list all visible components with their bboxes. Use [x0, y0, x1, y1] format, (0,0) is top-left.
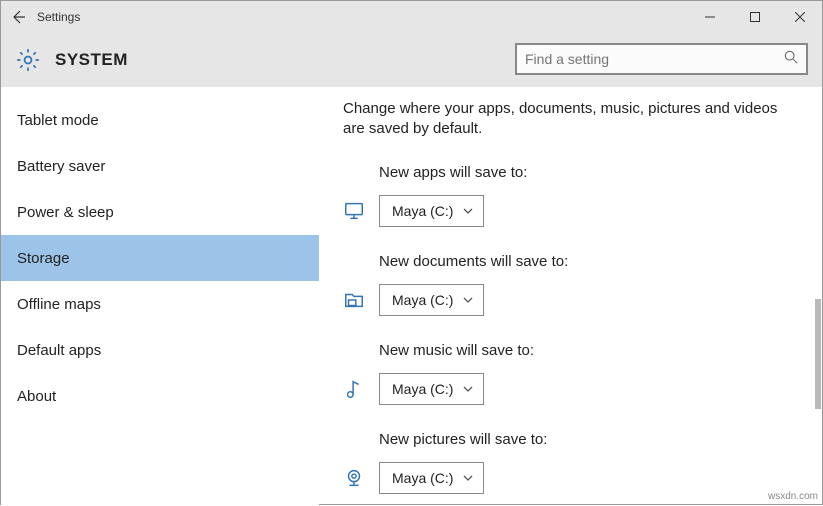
- close-button[interactable]: [777, 1, 822, 33]
- search-box[interactable]: [515, 43, 808, 75]
- minimize-button[interactable]: [687, 1, 732, 33]
- pictures-icon: [343, 467, 379, 489]
- header: SYSTEM: [1, 33, 822, 87]
- setting-label: New documents will save to:: [343, 253, 794, 270]
- description-text: Change where your apps, documents, music…: [343, 99, 794, 140]
- apps-icon: [343, 200, 379, 222]
- setting-music: New music will save to: Maya (C:): [343, 342, 794, 405]
- sidebar-item-label: Storage: [17, 250, 70, 267]
- sidebar-item-power-sleep[interactable]: Power & sleep: [1, 189, 319, 235]
- content-pane: Change where your apps, documents, music…: [319, 87, 822, 506]
- sidebar-item-default-apps[interactable]: Default apps: [1, 327, 319, 373]
- sidebar-item-label: Default apps: [17, 342, 101, 359]
- chevron-down-icon: [463, 203, 473, 219]
- documents-icon: [343, 289, 379, 311]
- search-input[interactable]: [525, 51, 784, 67]
- pictures-save-dropdown[interactable]: Maya (C:): [379, 462, 484, 494]
- apps-save-dropdown[interactable]: Maya (C:): [379, 195, 484, 227]
- sidebar: Tablet mode Battery saver Power & sleep …: [1, 87, 319, 506]
- sidebar-item-tablet-mode[interactable]: Tablet mode: [1, 97, 319, 143]
- watermark: wsxdn.com: [768, 491, 818, 502]
- setting-label: New apps will save to:: [343, 164, 794, 181]
- sidebar-item-battery-saver[interactable]: Battery saver: [1, 143, 319, 189]
- window-controls: [687, 1, 822, 33]
- setting-label: New pictures will save to:: [343, 431, 794, 448]
- documents-save-dropdown[interactable]: Maya (C:): [379, 284, 484, 316]
- sidebar-item-storage[interactable]: Storage: [1, 235, 319, 281]
- sidebar-item-about[interactable]: About: [1, 373, 319, 419]
- dropdown-value: Maya (C:): [392, 470, 453, 486]
- sidebar-item-label: Power & sleep: [17, 204, 114, 221]
- sidebar-item-label: About: [17, 388, 56, 405]
- main-area: Tablet mode Battery saver Power & sleep …: [1, 87, 822, 506]
- sidebar-item-label: Offline maps: [17, 296, 101, 313]
- scrollbar-thumb[interactable]: [815, 299, 821, 409]
- titlebar: Settings: [1, 1, 822, 33]
- setting-documents: New documents will save to: Maya (C:): [343, 253, 794, 316]
- setting-apps: New apps will save to: Maya (C:): [343, 164, 794, 227]
- back-button[interactable]: [1, 1, 37, 33]
- music-icon: [343, 378, 379, 400]
- setting-label: New music will save to:: [343, 342, 794, 359]
- sidebar-item-label: Battery saver: [17, 158, 105, 175]
- maximize-button[interactable]: [732, 1, 777, 33]
- chevron-down-icon: [463, 381, 473, 397]
- dropdown-value: Maya (C:): [392, 203, 453, 219]
- chevron-down-icon: [463, 292, 473, 308]
- music-save-dropdown[interactable]: Maya (C:): [379, 373, 484, 405]
- gear-icon: [15, 47, 41, 73]
- sidebar-item-label: Tablet mode: [17, 112, 99, 129]
- setting-pictures: New pictures will save to: Maya (C:): [343, 431, 794, 494]
- dropdown-value: Maya (C:): [392, 292, 453, 308]
- page-title: SYSTEM: [55, 50, 128, 70]
- chevron-down-icon: [463, 470, 473, 486]
- sidebar-item-offline-maps[interactable]: Offline maps: [1, 281, 319, 327]
- dropdown-value: Maya (C:): [392, 381, 453, 397]
- window-title: Settings: [37, 10, 80, 24]
- search-icon: [784, 50, 798, 69]
